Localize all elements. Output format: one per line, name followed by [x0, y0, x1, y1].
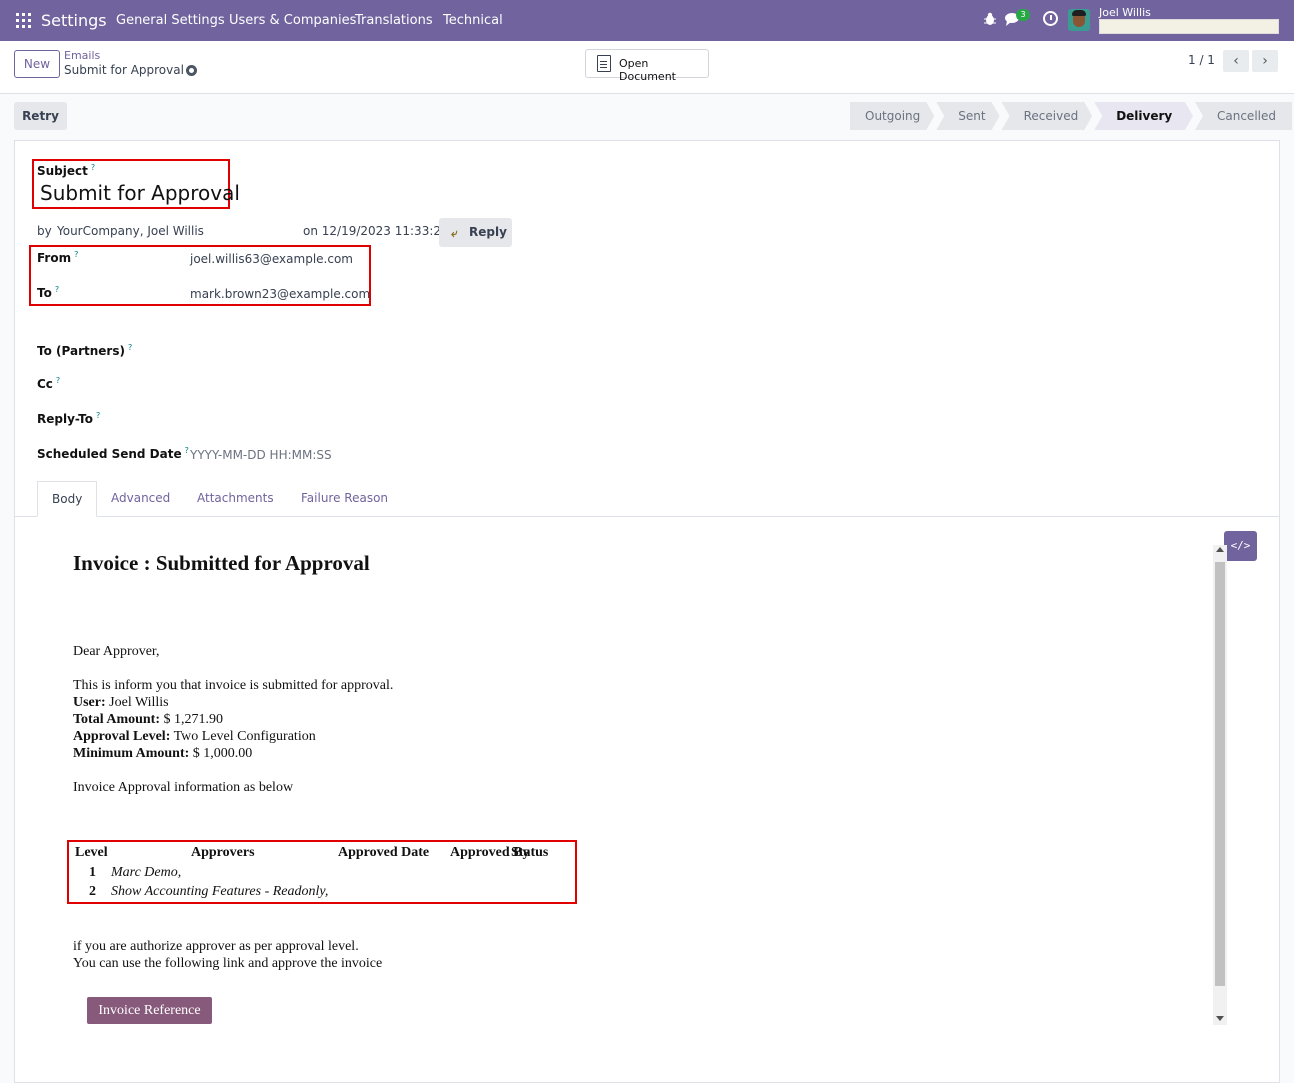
user-name[interactable]: Joel Willis — [1099, 6, 1151, 19]
chevron-left-icon[interactable]: ‹ — [1223, 50, 1249, 72]
reply-label: Reply — [469, 225, 507, 239]
document-icon — [597, 55, 611, 72]
minimum-amount-line: Minimum Amount: $ 1,000.00 — [73, 746, 253, 761]
scrollbar-thumb[interactable] — [1215, 562, 1225, 986]
by-label: by — [37, 224, 52, 238]
from-field[interactable]: joel.willis63@example.com — [190, 252, 353, 266]
menu-general-settings[interactable]: General Settings — [116, 13, 225, 28]
to-label: To? — [37, 285, 60, 300]
stage-outgoing[interactable]: Outgoing — [850, 102, 934, 130]
to-partners-label: To (Partners)? — [37, 343, 133, 358]
total-line: Total Amount: $ 1,271.90 — [73, 712, 224, 727]
closing-line-1: if you are authorize approver as per app… — [73, 939, 359, 954]
email-body: Invoice : Submitted for Approval Dear Ap… — [55, 533, 1215, 1053]
notebook-tabs: Body Advanced Attachments Failure Reason — [14, 481, 1280, 517]
author-link[interactable]: YourCompany, Joel Willis — [57, 224, 204, 238]
apps-icon[interactable] — [16, 13, 31, 28]
app-name[interactable]: Settings — [41, 11, 107, 30]
stage-sent[interactable]: Sent — [936, 102, 999, 130]
clock-icon[interactable] — [1043, 11, 1058, 26]
approval-level-line: Approval Level: Two Level Configuration — [73, 729, 316, 744]
scheduled-send-date-label: Scheduled Send Date? — [37, 446, 189, 461]
tab-failure-reason[interactable]: Failure Reason — [287, 481, 402, 517]
cc-label: Cc? — [37, 376, 61, 391]
pager-value[interactable]: 1 / 1 — [1188, 53, 1215, 67]
menu-translations[interactable]: Translations — [355, 13, 433, 28]
email-title: Invoice : Submitted for Approval — [73, 551, 370, 575]
bug-icon[interactable] — [984, 12, 996, 26]
greeting: Dear Approver, — [73, 644, 160, 659]
tab-attachments[interactable]: Attachments — [183, 481, 288, 517]
reply-to-label: Reply-To? — [37, 411, 101, 426]
breadcrumb-current: Submit for Approval — [64, 63, 184, 77]
date-value: on 12/19/2023 11:33:29 — [303, 224, 449, 238]
stage-delivery-failed[interactable]: Delivery Failed — [1094, 102, 1193, 130]
reply-icon: ⤶ — [451, 226, 458, 240]
reply-button[interactable]: ⤶ Reply — [439, 218, 512, 247]
menu-users-companies[interactable]: Users & Companies — [229, 13, 356, 28]
to-field[interactable]: mark.brown23@example.com — [190, 287, 370, 301]
closing-line-2: You can use the following link and appro… — [73, 956, 383, 971]
chevron-right-icon[interactable]: › — [1252, 50, 1278, 72]
breadcrumb-parent[interactable]: Emails — [64, 49, 100, 62]
code-view-button[interactable]: </> — [1224, 531, 1257, 561]
control-panel: New Emails Submit for Approval Open Docu… — [0, 41, 1294, 94]
open-document-button[interactable]: Open Document — [585, 49, 709, 83]
invoice-reference-button[interactable]: Invoice Reference — [87, 997, 212, 1024]
subject-field[interactable]: Submit for Approval — [40, 181, 240, 205]
open-document-label: Open Document — [619, 57, 676, 83]
retry-button[interactable]: Retry — [14, 102, 67, 130]
stage-cancelled[interactable]: Cancelled — [1195, 102, 1292, 130]
chat-badge: 3 — [1016, 9, 1030, 21]
scroll-down-arrow[interactable] — [1216, 1016, 1224, 1021]
new-button[interactable]: New — [14, 50, 60, 78]
tab-advanced[interactable]: Advanced — [97, 481, 184, 517]
from-label: From? — [37, 250, 79, 265]
scroll-up-arrow[interactable] — [1216, 547, 1224, 552]
avatar[interactable] — [1068, 9, 1090, 31]
status-bar: Outgoing Sent Received Delivery Failed C… — [850, 102, 1294, 130]
highlight-approval-table — [67, 840, 577, 904]
intro-text: This is inform you that invoice is submi… — [73, 678, 394, 693]
database-name-bar — [1099, 19, 1279, 34]
user-line: User: Joel Willis — [73, 695, 169, 710]
top-navbar: Settings General Settings Users & Compan… — [0, 0, 1294, 41]
scheduled-send-date-input[interactable]: YYYY-MM-DD HH:MM:SS — [190, 448, 332, 462]
gear-icon[interactable] — [186, 65, 197, 76]
tab-body[interactable]: Body — [37, 481, 98, 517]
menu-technical[interactable]: Technical — [443, 13, 503, 28]
subject-label: Subject? — [37, 163, 96, 178]
info-text: Invoice Approval information as below — [73, 780, 294, 795]
stage-received[interactable]: Received — [1002, 102, 1093, 130]
